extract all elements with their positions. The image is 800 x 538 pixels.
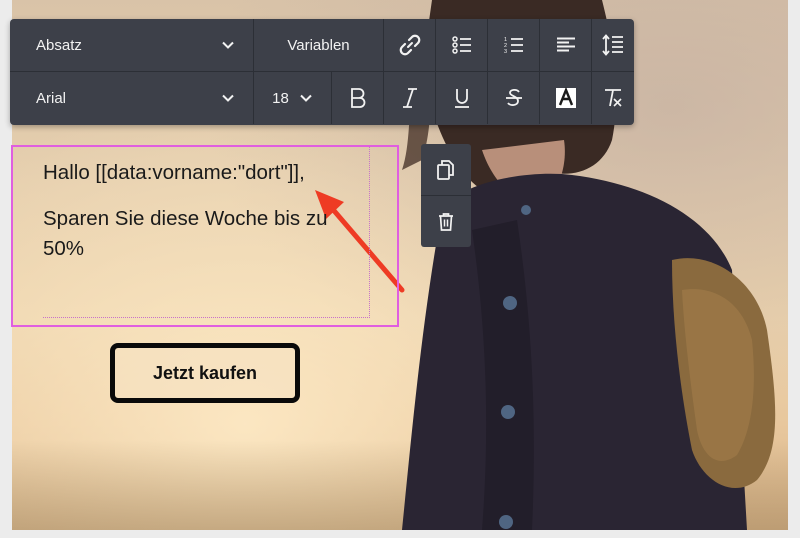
chevron-down-icon (222, 41, 234, 49)
numbered-list-icon: 1 2 3 (504, 37, 523, 54)
promo-line[interactable]: Sparen Sie diese Woche bis zu 50% (43, 204, 333, 264)
block-side-toolbar (421, 144, 471, 247)
link-icon (399, 34, 420, 56)
bold-button[interactable] (332, 72, 384, 124)
font-size-select[interactable]: 18 (254, 72, 332, 124)
italic-button[interactable] (384, 72, 436, 124)
paragraph-style-value: Absatz (36, 36, 82, 54)
toolbar-row-2: Arial 18 (10, 72, 634, 124)
bullet-list-icon (451, 36, 471, 54)
align-left-icon (556, 37, 575, 52)
trash-icon (439, 212, 453, 231)
toolbar-row-1: Absatz Variablen 1 2 3 (10, 19, 634, 72)
italic-icon (402, 88, 417, 108)
link-button[interactable] (384, 19, 436, 71)
buy-now-button[interactable]: Jetzt kaufen (110, 343, 300, 403)
formatting-toolbar: Absatz Variablen 1 2 3 Arial 18 (10, 19, 634, 125)
numbered-list-button[interactable]: 1 2 3 (488, 19, 540, 71)
underline-button[interactable] (436, 72, 488, 124)
delete-block-button[interactable] (421, 196, 471, 247)
text-color-icon (555, 87, 576, 108)
bold-icon (350, 88, 365, 108)
greeting-line[interactable]: Hallo [[data:vorname:"dort"]], (43, 158, 305, 188)
strikethrough-icon (505, 88, 522, 106)
clear-format-button[interactable] (592, 72, 634, 124)
copy-icon (437, 159, 454, 180)
line-height-icon (602, 34, 623, 56)
line-height-button[interactable] (592, 19, 634, 71)
text-color-button[interactable] (540, 72, 592, 124)
text-block-selected[interactable]: Hallo [[data:vorname:"dort"]], Sparen Si… (11, 145, 399, 327)
clear-format-icon (605, 89, 622, 107)
font-family-value: Arial (36, 89, 67, 107)
underline-icon (454, 89, 469, 108)
chevron-down-icon (300, 94, 312, 102)
svg-text:3: 3 (504, 49, 507, 54)
bullet-list-button[interactable] (436, 19, 488, 71)
font-size-value: 18 (272, 89, 289, 107)
chevron-down-icon (222, 94, 234, 102)
variables-button[interactable]: Variablen (254, 19, 384, 71)
variables-label: Variablen (287, 36, 350, 54)
copy-block-button[interactable] (421, 144, 471, 196)
paragraph-style-select[interactable]: Absatz (10, 19, 254, 71)
strikethrough-button[interactable] (488, 72, 540, 124)
align-button[interactable] (540, 19, 592, 71)
font-family-select[interactable]: Arial (10, 72, 254, 124)
